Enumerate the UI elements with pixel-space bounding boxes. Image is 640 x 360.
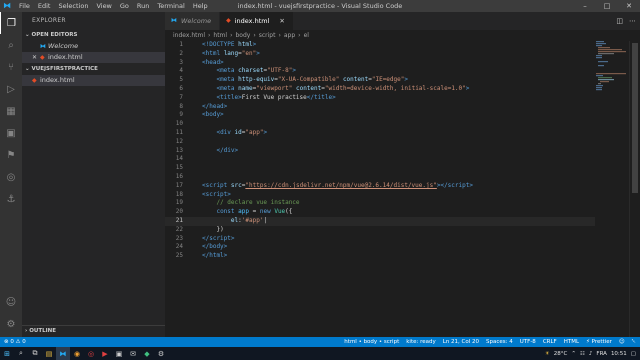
minimap[interactable] <box>596 41 628 101</box>
explorer-icon[interactable]: ❐ <box>0 12 22 34</box>
menu-edit[interactable]: Edit <box>34 0 55 12</box>
status-language[interactable]: HTML <box>564 337 579 347</box>
status-bar: ⊗ 0 ⚠ 0 html • body • script kite: ready… <box>0 337 640 347</box>
editor-scrollbar[interactable] <box>629 41 640 337</box>
open-editor-welcome[interactable]: ⧓ Welcome <box>22 41 165 52</box>
status-eol[interactable]: CRLF <box>543 337 557 347</box>
search-icon[interactable]: ⌕ <box>14 347 28 360</box>
explorer-sidebar: EXPLORER ⌄ OPEN EDITORS ⧓ Welcome ✕ ◆ index… <box>22 12 165 337</box>
title-bar: ⧓ File Edit Selection View Go Run Termin… <box>0 0 640 12</box>
problems-status[interactable]: ⊗ 0 ⚠ 0 <box>4 337 26 347</box>
notification-center-icon[interactable]: ▢ <box>631 351 636 357</box>
status-kite[interactable]: kite: ready <box>406 337 436 347</box>
vscode-taskbar-icon[interactable]: ⧓ <box>56 347 70 360</box>
menu-help[interactable]: Help <box>189 0 212 12</box>
account-icon[interactable]: ☺ <box>0 291 22 313</box>
feedback-icon[interactable]: ☺ <box>619 337 625 347</box>
status-prettier[interactable]: ⚡ Prettier <box>586 337 612 347</box>
split-editor-icon[interactable]: ◫ <box>616 12 623 30</box>
menu-run[interactable]: Run <box>133 0 153 12</box>
volume-icon[interactable]: ♪ <box>589 351 593 357</box>
menu-selection[interactable]: Selection <box>54 0 92 12</box>
open-editors-header[interactable]: ⌄ OPEN EDITORS <box>22 30 165 41</box>
settings-gear-icon[interactable]: ⚙ <box>0 313 22 335</box>
menu-go[interactable]: Go <box>116 0 133 12</box>
sidebar-title: EXPLORER <box>32 17 66 24</box>
activity-bar: ❐ ⌕ ⑂ ▷ ▦ ▣ ⚑ ◎ ⚓ ☺ ⚙ <box>0 12 22 337</box>
tab-index-html[interactable]: ◆ index.html ✕ <box>220 12 294 30</box>
breadcrumb-separator: › <box>278 32 281 39</box>
notifications-icon[interactable]: ␇ <box>632 337 636 347</box>
run-debug-icon[interactable]: ▷ <box>0 78 22 100</box>
menu-view[interactable]: View <box>92 0 115 12</box>
browser-icon[interactable]: ◉ <box>70 347 84 360</box>
status-encoding[interactable]: UTF-8 <box>520 337 536 347</box>
code-editor[interactable]: 1 <!DOCTYPE html> 2 <html lang="en"> 3 <hea… <box>165 41 640 337</box>
task-view-icon[interactable]: ⧉ <box>28 347 42 360</box>
breadcrumb-item[interactable]: el <box>304 30 309 41</box>
folder-icon[interactable]: ▤ <box>42 347 56 360</box>
docker-icon[interactable]: ⚓ <box>0 188 22 210</box>
vscode-logo-icon: ⧓ <box>3 1 11 10</box>
vscode-file-icon: ⧓ <box>171 17 177 24</box>
html-file-icon: ◆ <box>226 17 231 24</box>
system-tray: ☀ 28°C ⌃ ☷ ♪ FRA 10:51 ▢ <box>545 347 636 360</box>
bookmark-icon[interactable]: ⚑ <box>0 144 22 166</box>
source-control-icon[interactable]: ⑂ <box>0 56 22 78</box>
open-editor-index-html[interactable]: ✕ ◆ index.html <box>22 52 165 63</box>
vscode-file-icon: ⧓ <box>40 43 46 50</box>
chrome-icon[interactable]: ◎ <box>84 347 98 360</box>
remote-explorer-icon[interactable]: ▣ <box>0 122 22 144</box>
breadcrumb-item[interactable]: app <box>284 30 295 41</box>
windows-start-icon[interactable]: ⊞ <box>0 347 14 360</box>
outline-header[interactable]: › OUTLINE <box>22 326 165 337</box>
settings-icon[interactable]: ⚙ <box>154 347 168 360</box>
breadcrumb-item[interactable]: index.html <box>173 30 205 41</box>
more-actions-icon[interactable]: ⋯ <box>629 12 636 30</box>
store-icon[interactable]: ▣ <box>112 347 126 360</box>
breadcrumb-separator: › <box>208 32 211 39</box>
breadcrumb-item[interactable]: html <box>213 30 227 41</box>
file-index-html[interactable]: ◆ index.html <box>22 75 165 86</box>
minimize-icon[interactable]: – <box>574 0 596 12</box>
maximize-icon[interactable]: □ <box>596 0 618 12</box>
app-icon[interactable]: ◆ <box>140 347 154 360</box>
html-file-icon: ◆ <box>40 54 45 61</box>
breadcrumb: index.html › html › body › script › app › el <box>165 30 309 41</box>
clock[interactable]: 10:51 <box>611 351 627 357</box>
menu-file[interactable]: File <box>15 0 34 12</box>
breadcrumb-separator: › <box>230 32 233 39</box>
breadcrumb-item[interactable]: script <box>259 30 276 41</box>
current-line: 21 el:'#app'| <box>165 217 595 226</box>
status-indentation[interactable]: Spaces: 4 <box>486 337 513 347</box>
html-file-icon: ◆ <box>32 77 37 84</box>
breadcrumb-separator: › <box>253 32 256 39</box>
media-icon[interactable]: ▶ <box>98 347 112 360</box>
close-editor-icon[interactable]: ✕ <box>32 52 40 63</box>
network-icon[interactable]: ☷ <box>580 351 585 357</box>
tab-welcome[interactable]: ⧓ Welcome <box>165 12 221 30</box>
scrollbar-thumb[interactable] <box>632 43 638 193</box>
status-html-path[interactable]: html • body • script <box>344 337 399 347</box>
folder-header[interactable]: ⌄ VUEJSFIRSTPRACTICE <box>22 64 165 75</box>
window-controls: – □ ✕ <box>574 0 640 12</box>
menu-bar: File Edit Selection View Go Run Terminal… <box>15 0 212 12</box>
input-language[interactable]: FRA <box>596 351 607 357</box>
mail-icon[interactable]: ✉ <box>126 347 140 360</box>
close-icon[interactable]: ✕ <box>618 0 640 12</box>
status-cursor-position[interactable]: Ln 21, Col 20 <box>443 337 479 347</box>
extensions-icon[interactable]: ▦ <box>0 100 22 122</box>
database-icon[interactable]: ◎ <box>0 166 22 188</box>
close-tab-icon[interactable]: ✕ <box>279 12 284 30</box>
breadcrumb-item[interactable]: body <box>235 30 250 41</box>
menu-terminal[interactable]: Terminal <box>153 0 188 12</box>
breadcrumb-separator: › <box>298 32 301 39</box>
weather-icon[interactable]: ☀ <box>545 351 550 357</box>
temperature: 28°C <box>553 350 568 357</box>
tray-chevron-icon[interactable]: ⌃ <box>571 351 576 357</box>
windows-taskbar: ⊞ ⌕ ⧉ ▤ ⧓ ◉ ◎ ▶ ▣ ✉ ◆ ⚙ ☀ 28°C ⌃ ☷ ♪ FRA… <box>0 347 640 360</box>
editor-tabs: ⧓ Welcome ◆ index.html ✕ ◫ ⋯ <box>165 12 640 30</box>
search-icon[interactable]: ⌕ <box>0 34 22 56</box>
